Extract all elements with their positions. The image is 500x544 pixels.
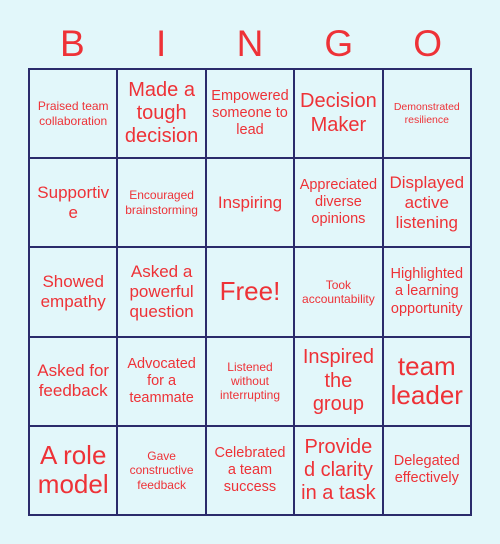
bingo-card: B I N G O Praised team collaboration Mad… [0,0,500,544]
bingo-cell[interactable]: Celebrated a team success [206,426,296,516]
bingo-cell-label: Made a tough decision [124,78,199,148]
bingo-cell[interactable]: Demonstrated resilience [383,70,472,160]
bingo-cell-label: Advocated for a teammate [127,355,196,406]
bingo-cell[interactable]: Delegated effectively [383,426,472,516]
bingo-cell-label: Demonstrated resilience [393,100,460,126]
bingo-cell[interactable]: team leader [383,337,472,427]
bingo-grid: Praised team collaboration Made a tough … [28,68,472,516]
bingo-cell-label: Asked a powerful question [129,261,194,322]
header-letter-i: I [156,22,167,64]
bingo-cell-label: Took accountability [302,277,375,306]
bingo-cell[interactable]: Appreciated diverse opinions [295,159,384,249]
bingo-cell[interactable]: A role model [30,426,119,516]
bingo-cell-label: Inspiring [217,192,283,212]
bingo-cell-label: Displayed active listening [389,172,465,232]
bingo-cell-label: Gave constructive feedback [129,448,194,492]
bingo-cell-label: Asked for feedback [37,361,110,401]
bingo-cell-label: Delegated effectively [393,453,460,487]
bingo-cell-label: A role model [37,439,109,500]
bingo-header: B I N G O [28,18,472,68]
bingo-free-label: Free! [219,276,281,307]
bingo-cell-label: Supportive [37,182,110,222]
bingo-cell[interactable]: Supportive [30,159,119,249]
bingo-cell-label: Highlighted a learning opportunity [390,266,464,317]
bingo-cell-label: Inspired the group [302,346,374,415]
header-letter-n: N [236,22,264,64]
bingo-cell[interactable]: Displayed active listening [383,159,472,249]
bingo-cell-free[interactable]: Free! [206,248,296,338]
bingo-cell[interactable]: Showed empathy [30,248,119,338]
bingo-cell-label: Showed empathy [40,271,106,311]
bingo-cell-label: Listened without interrupting [219,359,281,403]
bingo-cell[interactable]: Decision Maker [295,70,384,160]
bingo-cell[interactable]: Encouraged brainstorming [118,159,207,249]
bingo-cell[interactable]: Took accountability [295,248,384,338]
bingo-cell-label: Praised team collaboration [37,99,109,128]
bingo-cell-label: Provided clarity in a task [301,435,376,504]
bingo-cell[interactable]: Provided clarity in a task [295,426,384,516]
bingo-cell-label: Appreciated diverse opinions [299,177,378,228]
bingo-cell[interactable]: Highlighted a learning opportunity [383,248,472,338]
bingo-cell[interactable]: Advocated for a teammate [118,337,207,427]
bingo-cell[interactable]: Listened without interrupting [206,337,296,427]
bingo-cell[interactable]: Made a tough decision [118,70,207,160]
bingo-cell[interactable]: Gave constructive feedback [118,426,207,516]
bingo-cell[interactable]: Inspiring [206,159,296,249]
bingo-cell[interactable]: Empowered someone to lead [206,70,296,160]
bingo-cell-label: team leader [390,350,463,411]
bingo-cell-label: Decision Maker [300,90,377,136]
header-letter-b: B [60,22,85,64]
bingo-cell[interactable]: Praised team collaboration [30,70,119,160]
bingo-cell-label: Encouraged brainstorming [125,188,198,217]
bingo-cell[interactable]: Asked for feedback [30,337,119,427]
header-letter-g: G [324,22,354,64]
bingo-cell[interactable]: Inspired the group [295,337,384,427]
bingo-cell-label: Celebrated a team success [214,444,286,495]
bingo-cell[interactable]: Asked a powerful question [118,248,207,338]
bingo-cell-label: Empowered someone to lead [211,87,289,139]
header-letter-o: O [413,22,442,64]
